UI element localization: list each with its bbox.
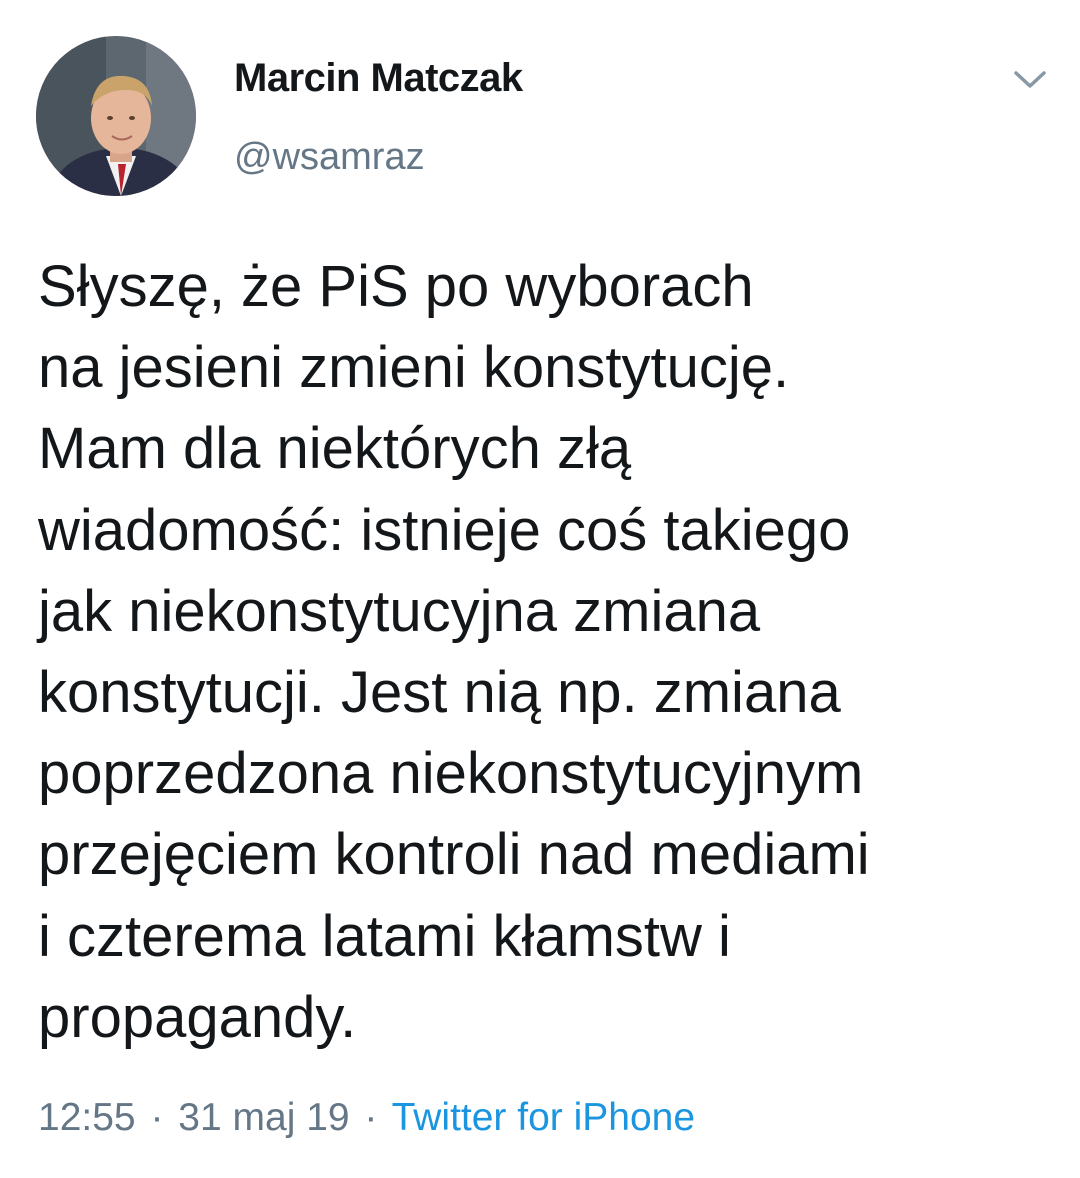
- tweet-metadata: 12:55 · 31 maj 19 · Twitter for iPhone: [38, 1096, 695, 1140]
- tweet-text-line: Mam dla niektórych złą: [38, 416, 632, 482]
- tweet-text-line: konstytucji. Jest nią np. zmiana: [38, 660, 841, 726]
- tweet-date[interactable]: 31 maj 19: [178, 1096, 349, 1139]
- avatar-photo: [36, 36, 196, 196]
- chevron-down-icon[interactable]: [1010, 64, 1050, 94]
- avatar[interactable]: [36, 36, 196, 196]
- meta-separator: ·: [150, 1096, 164, 1139]
- tweet-text-line: jak niekonstytucyjna zmiana: [38, 578, 761, 644]
- tweet-text-line: wiadomość: istnieje coś takiego: [38, 497, 851, 563]
- tweet-text-line: przejęciem kontroli nad mediami: [38, 822, 870, 888]
- tweet-text-line: propagandy.: [38, 984, 357, 1050]
- tweet-text: Słyszę, że PiS po wyborach na jesieni zm…: [38, 246, 1048, 1058]
- tweet-card: Marcin Matczak @wsamraz Słyszę, że PiS p…: [0, 0, 1080, 1178]
- tweet-text-line: Słyszę, że PiS po wyborach: [38, 254, 754, 319]
- meta-separator: ·: [364, 1096, 378, 1139]
- author-name[interactable]: Marcin Matczak: [234, 56, 523, 101]
- tweet-time[interactable]: 12:55: [38, 1096, 136, 1139]
- tweet-text-line: i czterema latami kłamstw i: [38, 903, 731, 969]
- tweet-text-line: na jesieni zmieni konstytucję.: [38, 335, 790, 401]
- tweet-text-line: poprzedzona niekonstytucyjnym: [38, 741, 864, 807]
- tweet-source-link[interactable]: Twitter for iPhone: [392, 1096, 695, 1139]
- author-handle[interactable]: @wsamraz: [234, 136, 425, 179]
